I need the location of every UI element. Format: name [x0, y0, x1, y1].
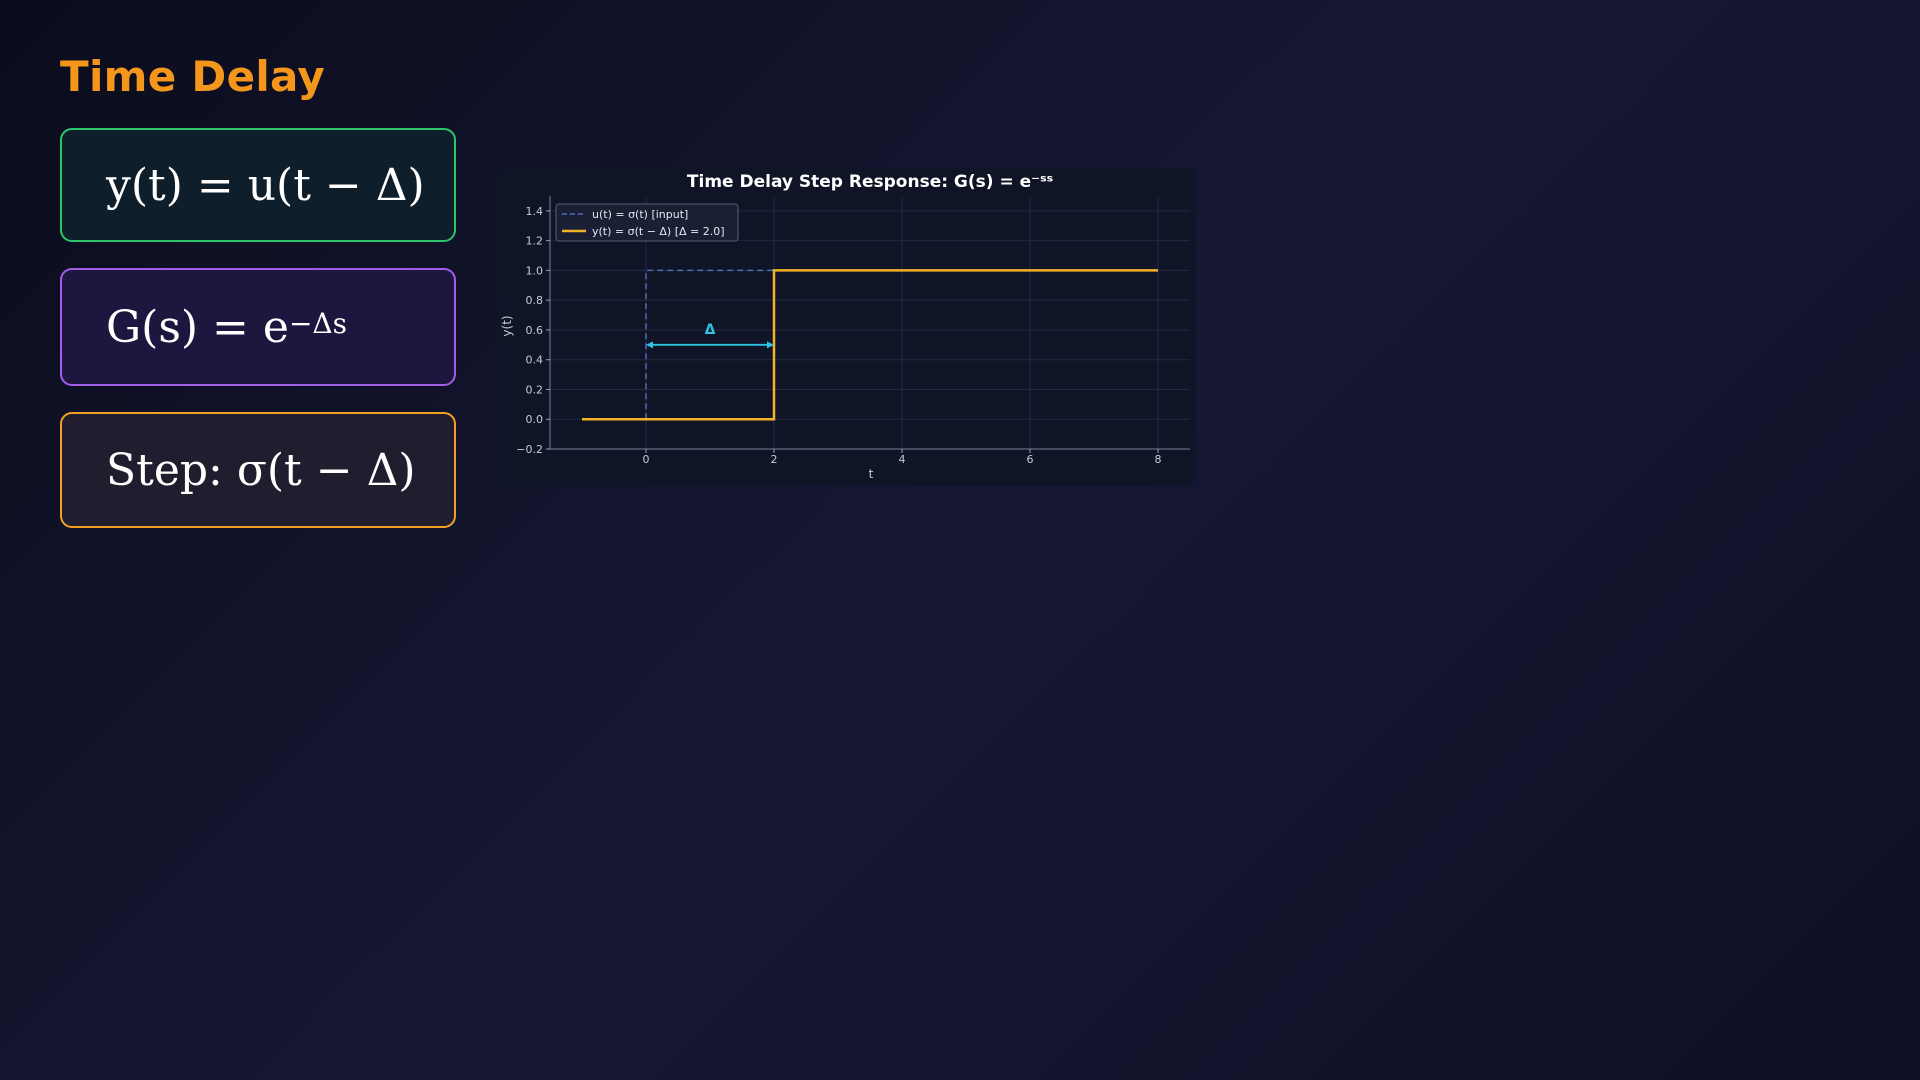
x-axis-label: t [869, 467, 874, 481]
chart-panel: Time Delay Step Response: G(s) = e⁻ˢˢ 0 2… [497, 168, 1196, 486]
formula-card-step: Step: σ(t − Δ) [60, 412, 456, 528]
y-tick-label: 0.0 [526, 413, 544, 426]
legend-entry: u(t) = σ(t) [input] [592, 208, 688, 221]
y-tick-label: 1.4 [526, 205, 544, 218]
x-tick-label: 4 [899, 453, 906, 466]
y-tick-label: 1.2 [526, 235, 544, 248]
formula-card-transfer-function: G(s) = e −Δs [60, 268, 456, 386]
y-tick-label: 0.8 [526, 294, 544, 307]
formula-text: Step: σ(t − Δ) [106, 444, 416, 496]
formula-text: y(t) = u(t − Δ) [106, 159, 425, 211]
y-tick-label: 0.2 [526, 383, 544, 396]
page-title: Time Delay [60, 52, 326, 101]
x-tick-label: 0 [643, 453, 650, 466]
formula-text: G(s) = e [106, 301, 289, 353]
delay-arrow-head-left [646, 341, 653, 349]
y-tick-label: 0.4 [526, 354, 544, 367]
x-tick-label: 6 [1027, 453, 1034, 466]
legend-entry: y(t) = σ(t − Δ) [Δ = 2.0] [592, 225, 725, 238]
x-tick-label: 2 [771, 453, 778, 466]
formula-card-delay: y(t) = u(t − Δ) [60, 128, 456, 242]
y-tick-label: 1.0 [526, 264, 544, 277]
y-tick-label: 0.6 [526, 324, 544, 337]
formula-exponent: −Δs [288, 306, 348, 340]
delay-annotation-label: Δ [705, 322, 716, 338]
chart-title: Time Delay Step Response: G(s) = e⁻ˢˢ [687, 172, 1053, 192]
step-response-chart: Time Delay Step Response: G(s) = e⁻ˢˢ 0 2… [500, 172, 1190, 481]
y-axis-label: y(t) [500, 315, 514, 336]
y-tick-label: −0.2 [516, 443, 543, 456]
x-tick-label: 8 [1155, 453, 1162, 466]
